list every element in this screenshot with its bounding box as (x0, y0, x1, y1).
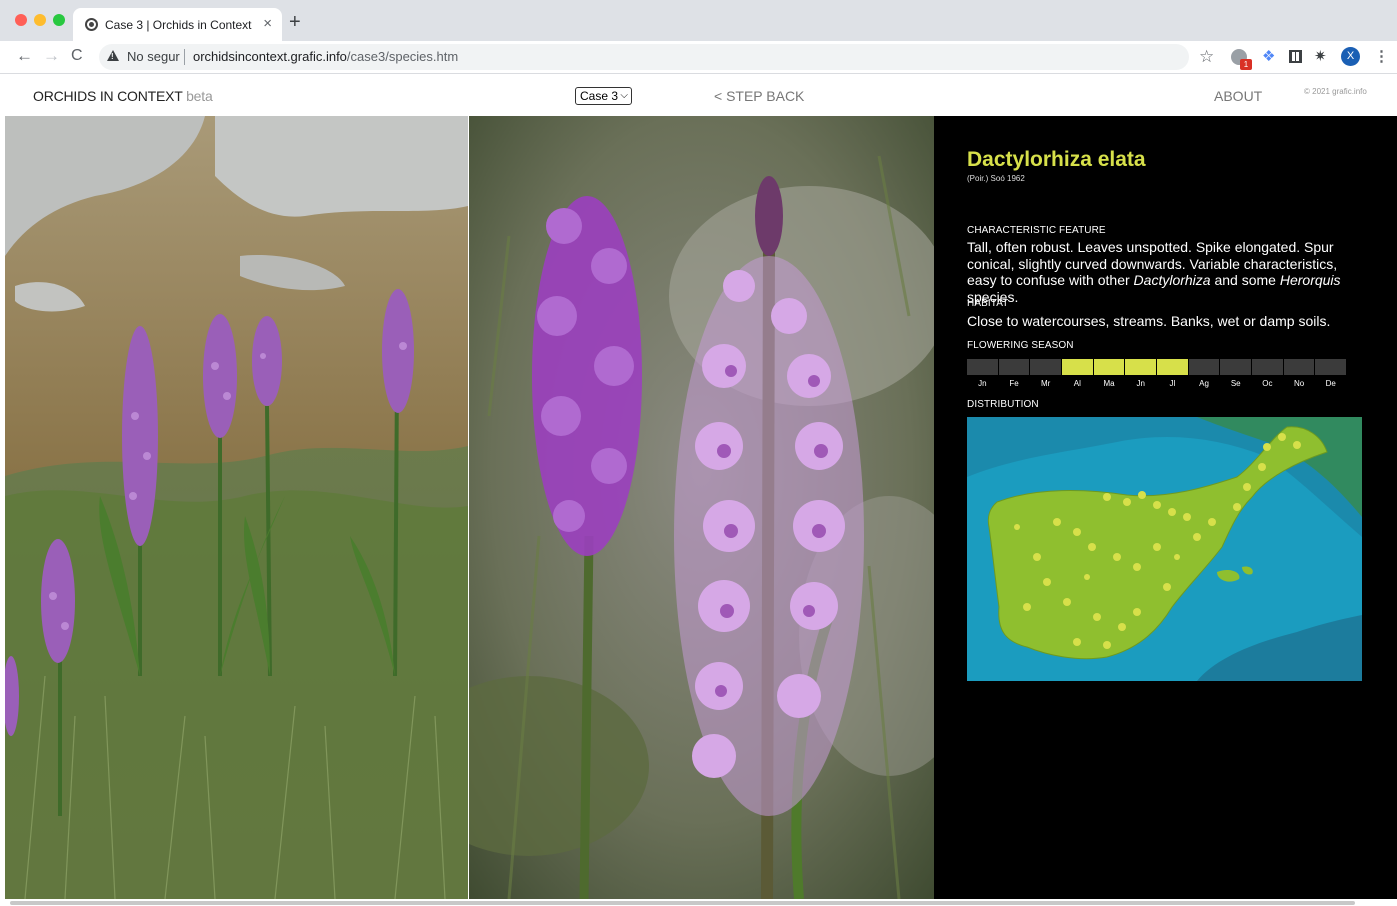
puzzle-icon[interactable]: ✷ (1314, 47, 1330, 65)
back-arrow-icon[interactable]: ← (16, 47, 33, 65)
feature-text-part: and some (1210, 272, 1280, 288)
brand-beta: beta (186, 88, 213, 104)
species-info-panel: Dactylorhiza elata (Poir.) Soó 1962 CHAR… (934, 116, 1397, 899)
season-month-label: De (1325, 379, 1336, 388)
feature-text: Tall, often robust. Leaves unspotted. Sp… (967, 239, 1367, 305)
grid-icon[interactable] (1289, 50, 1302, 63)
warning-icon[interactable] (107, 50, 119, 61)
horizontal-scrollbar[interactable] (10, 901, 1355, 905)
orchid-closeup-photo (469, 116, 934, 899)
window-zoom-button[interactable] (53, 14, 65, 26)
season-month-cell (1188, 359, 1220, 375)
distribution-label: DISTRIBUTION (967, 399, 1039, 410)
flowering-season-bar (967, 359, 1347, 375)
address-bar[interactable]: No segur orchidsincontext.grafic.info/ca… (99, 44, 1189, 70)
season-month-label: Al (1073, 379, 1081, 388)
season-month-label: Fe (1009, 379, 1019, 388)
season-month-label: Ma (1103, 379, 1115, 388)
season-month-cell (1315, 359, 1347, 375)
new-tab-button[interactable]: + (289, 12, 301, 32)
reload-icon[interactable]: C (71, 47, 83, 65)
about-link[interactable]: ABOUT (1214, 88, 1262, 104)
season-month-label: Jn (978, 379, 987, 388)
habitat-text: Close to watercourses, streams. Banks, w… (967, 313, 1331, 329)
site-header: ORCHIDS IN CONTEXT beta Case 3 ⌵ < STEP B… (0, 75, 1397, 115)
season-month-label: Oc (1262, 379, 1273, 388)
season-month-label: Ag (1199, 379, 1209, 388)
case-select[interactable]: Case 3 ⌵ (575, 87, 632, 105)
season-month-label: Mr (1041, 379, 1051, 388)
feature-italic-genus: Dactylorhiza (1133, 272, 1211, 288)
habitat-photo (5, 116, 468, 899)
extension-badge: 1 (1240, 59, 1252, 70)
menu-icon[interactable]: ⋮ (1374, 47, 1389, 65)
feature-label: CHARACTERISTIC FEATURE (967, 225, 1106, 236)
season-month-label: No (1293, 379, 1305, 388)
browser-tab-bar: Case 3 | Orchids in Context × + (0, 0, 1397, 41)
habitat-photo-art (5, 116, 468, 899)
url-path: /case3/species.htm (346, 49, 459, 64)
season-month-cell (1125, 359, 1157, 375)
step-back-link[interactable]: < STEP BACK (714, 88, 804, 104)
orchid-closeup-art (469, 116, 934, 899)
forward-arrow-icon[interactable]: → (43, 47, 60, 65)
season-month-cell (967, 359, 998, 375)
chevron-down-icon: ⌵ (620, 90, 628, 101)
brand-title: ORCHIDS IN CONTEXT (33, 88, 183, 104)
tab-title: Case 3 | Orchids in Context (105, 18, 252, 32)
season-month-cell (1283, 359, 1315, 375)
brand-logo[interactable]: ORCHIDS IN CONTEXT beta (33, 88, 213, 104)
window-minimize-button[interactable] (34, 14, 46, 26)
flowering-season-label: FLOWERING SEASON (967, 340, 1074, 351)
season-month-cell (1252, 359, 1283, 375)
star-icon[interactable]: ☆ (1199, 47, 1214, 67)
url-text[interactable]: orchidsincontext.grafic.info/case3/speci… (193, 49, 458, 64)
tab-close-icon[interactable]: × (263, 16, 272, 31)
window-close-button[interactable] (15, 14, 27, 26)
feather-extension-icon[interactable]: ❖ (1262, 47, 1278, 65)
season-month-label: Jn (1136, 379, 1145, 388)
browser-toolbar: ← → C No segur orchidsincontext.grafic.i… (0, 41, 1397, 74)
url-domain: orchidsincontext.grafic.info (193, 49, 347, 64)
season-month-cell (1030, 359, 1062, 375)
season-month-cell (1157, 359, 1188, 375)
browser-tab[interactable]: Case 3 | Orchids in Context × (73, 8, 282, 41)
distribution-map (967, 417, 1362, 681)
species-name: Dactylorhiza elata (967, 148, 1146, 171)
season-month-label: Se (1230, 379, 1241, 388)
copyright-text: © 2021 grafic.info (1304, 87, 1367, 96)
habitat-label: HABITAT (967, 298, 1009, 309)
security-label[interactable]: No segur (127, 49, 180, 64)
season-month-cell (998, 359, 1030, 375)
month-labels: Jn Fe Mr Al Ma Jn Jl Ag Se Oc No De (967, 379, 1346, 388)
season-month-label: Jl (1169, 379, 1176, 388)
season-month-cell (1062, 359, 1093, 375)
address-divider (184, 49, 185, 65)
distribution-map-art (967, 417, 1362, 681)
season-month-cell (1093, 359, 1125, 375)
feature-italic-genus: Herorquis (1279, 272, 1341, 288)
case-select-value: Case 3 (580, 89, 619, 103)
season-month-cell (1220, 359, 1252, 375)
species-authority: (Poir.) Soó 1962 (967, 174, 1025, 183)
avatar[interactable]: X (1341, 47, 1360, 66)
globe-icon (85, 18, 98, 31)
